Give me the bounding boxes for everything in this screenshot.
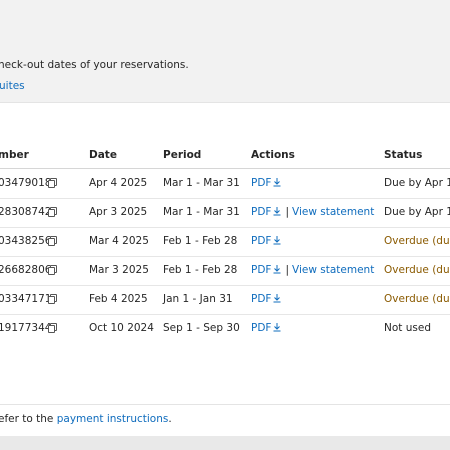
- status-text: Overdue (due: [384, 293, 450, 305]
- header-actions: Actions: [251, 149, 295, 161]
- actions-cell: PDF | View statement: [251, 264, 374, 276]
- invoice-date: Oct 10 2024: [89, 322, 154, 334]
- table-row: 26682806 Mar 3 2025 Feb 1 - Feb 28 PDF | V…: [0, 256, 450, 286]
- action-separator: |: [285, 206, 290, 218]
- table-row: 03479018 Apr 4 2025 Mar 1 - Mar 31 PDF D…: [0, 169, 450, 199]
- header-status: Status: [384, 149, 423, 161]
- invoice-date: Mar 4 2025: [89, 235, 149, 247]
- suites-link[interactable]: uites: [0, 80, 25, 92]
- download-icon: [273, 265, 281, 274]
- invoice-date: Mar 3 2025: [89, 264, 149, 276]
- invoice-period: Mar 1 - Mar 31: [163, 177, 240, 189]
- download-icon: [273, 178, 281, 187]
- table-row: 03438256 Mar 4 2025 Feb 1 - Feb 28 PDF O…: [0, 227, 450, 257]
- copy-icon[interactable]: [48, 323, 57, 333]
- invoice-period: Feb 1 - Feb 28: [163, 235, 238, 247]
- footer-divider: [0, 404, 450, 405]
- table-row: 19177344 Oct 10 2024 Sep 1 - Sep 30 PDF …: [0, 314, 450, 343]
- page-header-area: heck-out dates of your reservations. uit…: [0, 0, 450, 102]
- view-statement-link[interactable]: View statement: [292, 206, 374, 218]
- footer-note: efer to the payment instructions.: [0, 413, 172, 425]
- invoice-period: Mar 1 - Mar 31: [163, 206, 240, 218]
- download-icon: [273, 294, 281, 303]
- pdf-download-link[interactable]: PDF: [251, 293, 282, 305]
- copy-icon[interactable]: [48, 178, 57, 188]
- invoice-period: Feb 1 - Feb 28: [163, 264, 238, 276]
- table-row: 28308742 Apr 3 2025 Mar 1 - Mar 31 PDF | V…: [0, 198, 450, 228]
- table-row: 03347171 Feb 4 2025 Jan 1 - Jan 31 PDF O…: [0, 285, 450, 315]
- invoice-period: Jan 1 - Jan 31: [163, 293, 233, 305]
- payment-instructions-link[interactable]: payment instructions: [57, 413, 169, 425]
- table-header: mber Date Period Actions Status: [0, 146, 450, 169]
- actions-cell: PDF: [251, 293, 282, 305]
- invoice-date: Apr 4 2025: [89, 177, 148, 189]
- header-date: Date: [89, 149, 117, 161]
- download-icon: [273, 236, 281, 245]
- pdf-download-link[interactable]: PDF: [251, 177, 282, 189]
- actions-cell: PDF: [251, 235, 282, 247]
- copy-icon[interactable]: [48, 265, 57, 275]
- pdf-download-link[interactable]: PDF: [251, 264, 282, 276]
- copy-icon[interactable]: [48, 207, 57, 217]
- intro-text: heck-out dates of your reservations.: [0, 59, 189, 71]
- actions-cell: PDF | View statement: [251, 206, 374, 218]
- header-period: Period: [163, 149, 202, 161]
- status-text: Overdue (due: [384, 235, 450, 247]
- pdf-download-link[interactable]: PDF: [251, 235, 282, 247]
- download-icon: [273, 323, 281, 332]
- actions-cell: PDF: [251, 322, 282, 334]
- pdf-download-link[interactable]: PDF: [251, 206, 282, 218]
- invoice-period: Sep 1 - Sep 30: [163, 322, 240, 334]
- copy-icon[interactable]: [48, 294, 57, 304]
- invoice-date: Feb 4 2025: [89, 293, 148, 305]
- bottom-strip: [0, 436, 450, 450]
- view-statement-link[interactable]: View statement: [292, 264, 374, 276]
- actions-cell: PDF: [251, 177, 282, 189]
- pdf-download-link[interactable]: PDF: [251, 322, 282, 334]
- invoice-date: Apr 3 2025: [89, 206, 148, 218]
- copy-icon[interactable]: [48, 236, 57, 246]
- header-number: mber: [0, 149, 29, 161]
- download-icon: [273, 207, 281, 216]
- status-text: Due by Apr 17: [384, 177, 450, 189]
- status-text: Due by Apr 16: [384, 206, 450, 218]
- action-separator: |: [285, 264, 290, 276]
- status-text: Overdue (due: [384, 264, 450, 276]
- status-text: Not used: [384, 322, 431, 334]
